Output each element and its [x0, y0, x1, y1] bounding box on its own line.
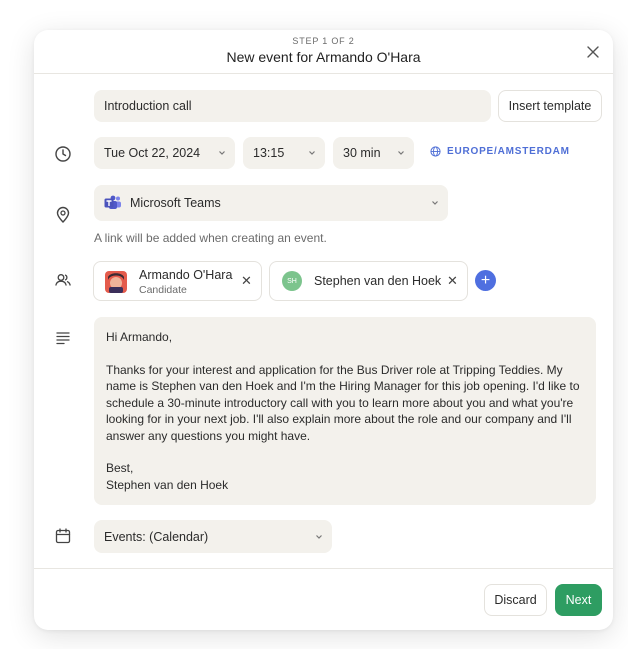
location-pin-icon	[56, 206, 70, 223]
attendee-chip-interviewer: SH Stephen van den Hoek ✕	[269, 261, 468, 301]
plus-icon: +	[480, 271, 491, 289]
remove-attendee-button[interactable]: ✕	[241, 273, 252, 289]
new-event-modal: STEP 1 OF 2 New event for Armando O'Hara…	[34, 30, 613, 630]
calendar-select[interactable]: Events: (Calendar)	[94, 520, 332, 553]
chevron-down-icon	[398, 151, 404, 155]
message-signoff: Best,	[106, 461, 134, 475]
time-select[interactable]: 13:15	[243, 137, 325, 169]
attendee-name: Stephen van den Hoek	[314, 274, 442, 288]
modal-title: New event for Armando O'Hara	[226, 49, 421, 65]
attendee-name: Armando O'Hara	[139, 268, 233, 282]
chevron-down-icon	[309, 151, 315, 155]
timezone-label: EUROPE/AMSTERDAM	[447, 146, 570, 157]
event-name-input[interactable]: Introduction call	[94, 90, 491, 122]
insert-template-button[interactable]: Insert template	[498, 90, 602, 122]
discard-label: Discard	[494, 593, 537, 607]
message-signature: Stephen van den Hoek	[106, 477, 229, 492]
event-name-value: Introduction call	[104, 99, 192, 113]
message-body: Thanks for your interest and application…	[106, 362, 580, 443]
time-value: 13:15	[253, 146, 285, 160]
attendee-role: Candidate	[139, 284, 187, 296]
chevron-down-icon	[219, 151, 225, 155]
location-value: Microsoft Teams	[130, 196, 221, 210]
message-greeting: Hi Armando,	[106, 330, 173, 344]
duration-select[interactable]: 30 min	[333, 137, 414, 169]
insert-template-label: Insert template	[508, 99, 592, 113]
globe-icon	[430, 146, 441, 157]
message-textarea[interactable]: Hi Armando, Thanks for your interest and…	[94, 317, 596, 505]
people-icon	[55, 274, 71, 286]
location-select[interactable]: Microsoft Teams	[94, 185, 448, 221]
next-label: Next	[565, 593, 592, 607]
clock-icon	[55, 146, 71, 162]
duration-value: 30 min	[343, 146, 381, 160]
modal-header: STEP 1 OF 2 New event for Armando O'Hara	[34, 30, 613, 74]
discard-button[interactable]: Discard	[484, 584, 547, 616]
chevron-down-icon	[432, 201, 438, 205]
date-select[interactable]: Tue Oct 22, 2024	[94, 137, 235, 169]
remove-attendee-button[interactable]: ✕	[447, 273, 458, 289]
avatar: SH	[282, 271, 302, 291]
avatar	[105, 271, 127, 293]
add-attendee-button[interactable]: +	[475, 270, 496, 291]
text-lines-icon	[56, 332, 70, 345]
close-icon	[587, 46, 599, 58]
next-button[interactable]: Next	[555, 584, 602, 616]
chevron-down-icon	[316, 534, 322, 539]
close-button[interactable]	[583, 42, 603, 62]
timezone-link[interactable]: EUROPE/AMSTERDAM	[430, 146, 570, 157]
step-indicator: STEP 1 OF 2	[292, 36, 355, 46]
date-value: Tue Oct 22, 2024	[104, 146, 201, 160]
microsoft-teams-icon	[104, 195, 121, 209]
location-hint: A link will be added when creating an ev…	[94, 231, 327, 245]
calendar-icon	[55, 528, 71, 544]
attendee-chip-candidate: Armando O'Hara Candidate ✕	[93, 261, 262, 301]
calendar-value: Events: (Calendar)	[104, 529, 209, 544]
footer-divider	[34, 568, 613, 569]
